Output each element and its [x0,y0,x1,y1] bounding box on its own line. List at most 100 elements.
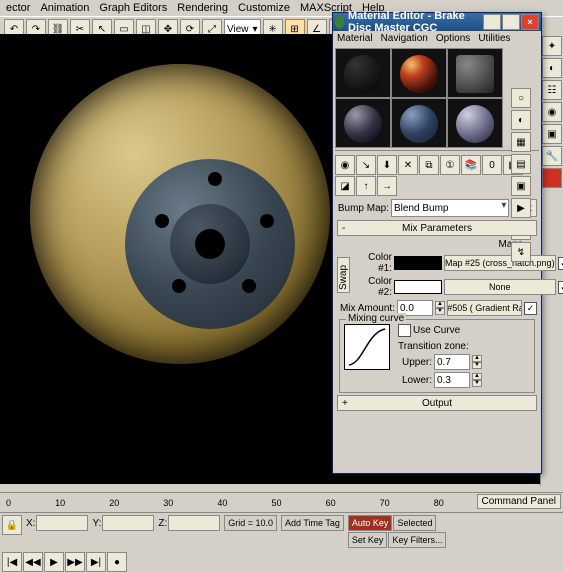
command-panel-label[interactable]: Command Panel [477,494,561,509]
mix-amount-spin-buttons[interactable]: ▲▼ [435,301,445,315]
swap-button[interactable]: Swap [337,257,350,293]
sample-slot-5[interactable] [391,98,447,148]
add-time-tag-button[interactable]: Add Time Tag [281,515,344,531]
material-editor-icon [335,15,344,29]
y-coord: Y: [92,515,154,531]
background-button[interactable]: ▦ [511,132,531,152]
color2-map-button[interactable]: None [444,279,556,295]
ref-coord-label: View [227,24,249,35]
utilities-tab[interactable]: 🔧 [542,146,562,166]
put-to-library-button[interactable]: 📚 [461,155,481,175]
color-swatch[interactable] [542,168,562,188]
lock-selection-button[interactable]: 🔒 [2,515,22,535]
menu-item[interactable]: ector [6,2,30,14]
mix-amount-map-enable[interactable]: ✓ [524,302,537,315]
z-field[interactable] [168,515,220,531]
display-tab[interactable]: ▣ [542,124,562,144]
lower-spinner[interactable]: 0.3 [434,372,470,388]
make-copy-button[interactable]: ⧉ [419,155,439,175]
sample-slot-6[interactable] [447,98,503,148]
goto-end-button[interactable]: ▶| [86,552,106,572]
brake-disc-center-hole [195,229,225,259]
tick: 0 [6,498,11,508]
tick: 70 [380,498,390,508]
hierarchy-tab[interactable]: ☷ [542,80,562,100]
go-forward-button[interactable]: → [377,176,397,196]
get-material-button[interactable]: ◉ [335,155,355,175]
output-rollout[interactable]: Output [337,395,537,411]
menu-item[interactable]: Rendering [177,2,228,14]
prev-frame-button[interactable]: ◀◀ [23,552,43,572]
use-curve-checkbox[interactable] [398,324,411,337]
maximize-button[interactable]: □ [502,14,520,30]
put-to-scene-button[interactable]: ↘ [356,155,376,175]
lower-spin-buttons[interactable]: ▲▼ [472,373,482,387]
auto-key-button[interactable]: Auto Key [348,515,393,531]
color2-swatch[interactable] [394,280,442,294]
chevron-down-icon: ▾ [253,24,258,35]
use-curve-label: Use Curve [413,325,460,336]
reset-map-button[interactable]: ✕ [398,155,418,175]
mixing-curve-preview [344,324,390,370]
color2-label: Color #2: [352,276,392,298]
x-field[interactable] [36,515,88,531]
close-button[interactable]: × [521,14,539,30]
show-end-result-button[interactable]: ◪ [335,176,355,196]
bump-map-label: Bump Map: [337,203,389,214]
sample-slot-2[interactable] [391,48,447,98]
map-name-value: Blend Bump [394,203,448,214]
material-editor-titlebar[interactable]: Material Editor - Brake Disc Master CGC … [333,13,541,31]
tick: 60 [326,498,336,508]
map-name-dropdown[interactable]: Blend Bump [391,199,509,217]
menu-item[interactable]: Animation [40,2,89,14]
video-check-button[interactable]: ▣ [511,176,531,196]
key-filters-button[interactable]: Key Filters... [388,532,446,548]
next-frame-button[interactable]: ▶▶ [65,552,85,572]
menu-item[interactable]: Material [337,33,373,44]
sample-uv-button[interactable]: ▤ [511,154,531,174]
y-label: Y: [92,518,101,529]
sample-type-button[interactable]: ○ [511,88,531,108]
mix-amount-label: Mix Amount: [337,303,395,314]
make-unique-button[interactable]: ① [440,155,460,175]
menu-item[interactable]: Customize [238,2,290,14]
color1-map-enable[interactable]: ✓ [558,257,563,270]
goto-start-button[interactable]: |◀ [2,552,22,572]
color1-swatch[interactable] [394,256,442,270]
color2-map-enable[interactable]: ✓ [558,281,563,294]
key-mode-dropdown[interactable]: Selected [393,515,436,531]
lower-label: Lower: [398,375,432,386]
menu-item[interactable]: Utilities [478,33,510,44]
material-editor-menu[interactable]: Material Navigation Options Utilities [333,31,541,46]
bolt-hole [242,279,256,293]
menu-item[interactable]: Graph Editors [99,2,167,14]
key-mode-toggle[interactable]: ● [107,552,127,572]
mix-amount-map-button[interactable]: Map #505 ( Gradient Ramp ) [447,300,522,316]
y-field[interactable] [102,515,154,531]
modify-tab[interactable]: ◐ [542,58,562,78]
sample-slot-4[interactable] [335,98,391,148]
tick: 50 [271,498,281,508]
mix-parameters-rollout[interactable]: Mix Parameters [337,220,537,236]
menu-item[interactable]: Options [436,33,470,44]
material-editor-window: Material Editor - Brake Disc Master CGC … [332,12,542,474]
go-parent-button[interactable]: ↑ [356,176,376,196]
menu-item[interactable]: Navigation [381,33,428,44]
minimize-button[interactable]: _ [483,14,501,30]
preview-button[interactable]: ▶ [511,198,531,218]
upper-spinner[interactable]: 0.7 [434,354,470,370]
playback-controls: |◀ ◀◀ ▶ ▶▶ ▶| ● [2,552,127,572]
motion-tab[interactable]: ◉ [542,102,562,122]
backlight-button[interactable]: ◐ [511,110,531,130]
material-id-button[interactable]: 0 [482,155,502,175]
upper-spin-buttons[interactable]: ▲▼ [472,355,482,369]
sample-slot-3[interactable] [447,48,503,98]
play-button[interactable]: ▶ [44,552,64,572]
assign-to-selection-button[interactable]: ⬇ [377,155,397,175]
select-by-mat-button[interactable]: ↯ [511,242,531,262]
material-toolbar: ◉ ↘ ⬇ ✕ ⧉ ① 📚 0 ▦ ◪ ↑ → [333,153,541,198]
create-tab[interactable]: ✦ [542,36,562,56]
tick: 40 [217,498,227,508]
set-key-button[interactable]: Set Key [348,532,388,548]
sample-slot-1[interactable] [335,48,391,98]
